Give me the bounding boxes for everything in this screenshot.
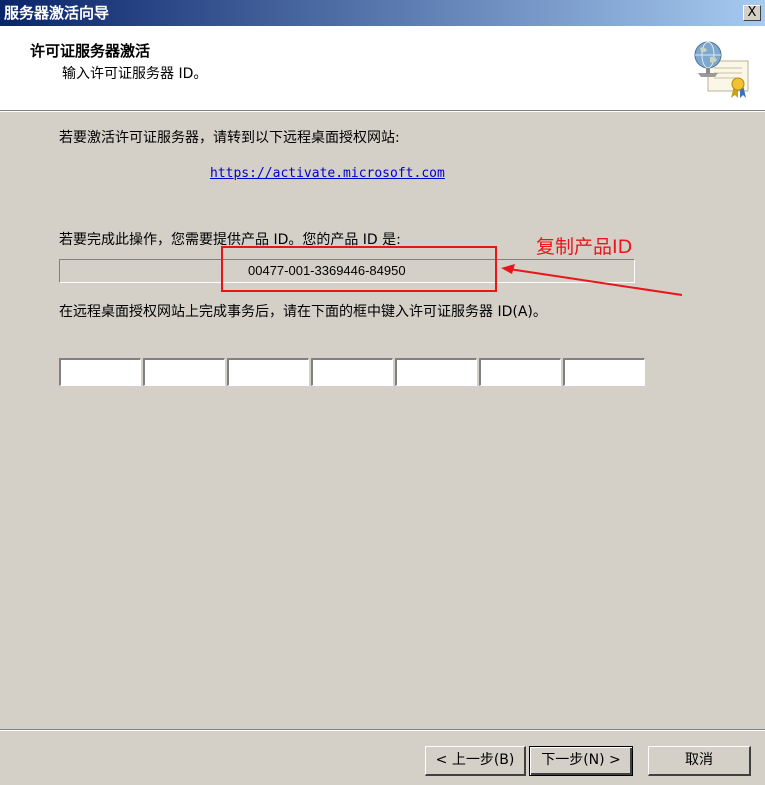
license-id-field-1[interactable]: [59, 358, 141, 386]
annotation-arrow-icon: [501, 264, 683, 296]
next-button[interactable]: 下一步(N) >: [529, 746, 633, 776]
header-subtitle: 输入许可证服务器 ID。: [62, 66, 208, 82]
activation-instruction: 若要激活许可证服务器，请转到以下远程桌面授权网站:: [59, 130, 400, 146]
close-button[interactable]: X: [743, 5, 761, 21]
license-id-field-7[interactable]: [563, 358, 645, 386]
license-id-field-3[interactable]: [227, 358, 309, 386]
annotation-highlight-box: [221, 246, 497, 292]
license-id-field-2[interactable]: [143, 358, 225, 386]
back-button[interactable]: < 上一步(B): [425, 746, 526, 776]
certificate-globe-icon: [694, 41, 749, 98]
license-id-field-6[interactable]: [479, 358, 561, 386]
close-icon: X: [747, 5, 757, 20]
window-title: 服务器激活向导: [4, 4, 110, 22]
header-title: 许可证服务器激活: [30, 42, 151, 60]
license-id-field-5[interactable]: [395, 358, 477, 386]
wizard-header: 许可证服务器激活 输入许可证服务器 ID。: [0, 26, 765, 112]
annotation-label: 复制产品ID: [536, 236, 633, 258]
title-bar: 服务器激活向导 X: [0, 0, 765, 26]
license-id-field-4[interactable]: [311, 358, 393, 386]
cancel-button[interactable]: 取消: [648, 746, 751, 776]
activation-wizard-window: 服务器激活向导 X 许可证服务器激活 输入许可证服务器 ID。 若要激活许可证服…: [0, 0, 765, 785]
activation-url-link[interactable]: https://activate.microsoft.com: [210, 166, 445, 181]
license-id-instruction: 在远程桌面授权网站上完成事务后，请在下面的框中键入许可证服务器 ID(A)。: [59, 304, 547, 320]
footer-divider-highlight: [0, 730, 765, 731]
